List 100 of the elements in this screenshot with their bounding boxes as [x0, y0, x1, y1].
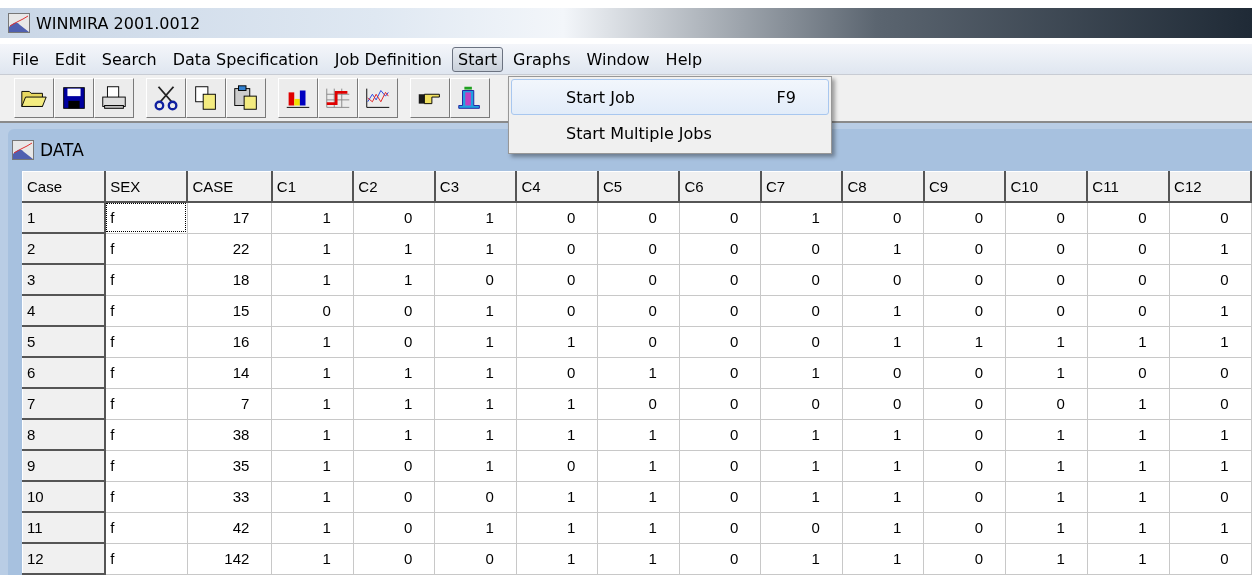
table-cell[interactable]: 1: [271, 481, 354, 512]
table-cell[interactable]: 1: [353, 357, 435, 388]
menu-item[interactable]: File: [6, 46, 45, 72]
table-cell[interactable]: f: [105, 388, 188, 419]
table-cell[interactable]: 0: [679, 419, 761, 450]
table-cell[interactable]: 1: [1087, 419, 1170, 450]
table-cell[interactable]: 0: [679, 512, 761, 543]
table-cell[interactable]: 1: [271, 264, 354, 295]
table-cell[interactable]: 1: [760, 202, 843, 233]
table-cell[interactable]: 0: [434, 264, 517, 295]
table-cell[interactable]: 0: [597, 202, 680, 233]
table-cell[interactable]: 0: [1087, 357, 1170, 388]
table-cell[interactable]: 1: [1087, 388, 1170, 419]
table-cell[interactable]: 1: [597, 543, 680, 574]
table-cell[interactable]: 0: [516, 295, 598, 326]
table-cell[interactable]: 0: [353, 326, 435, 357]
table-cell[interactable]: 0: [923, 512, 1006, 543]
table-cell[interactable]: 0: [597, 326, 680, 357]
table-cell[interactable]: 0: [679, 264, 761, 295]
table-cell[interactable]: 1: [842, 419, 924, 450]
table-cell[interactable]: 7: [187, 388, 272, 419]
table-cell[interactable]: 0: [1005, 264, 1088, 295]
table-cell[interactable]: 142: [187, 543, 272, 574]
table-cell[interactable]: 15: [187, 295, 272, 326]
table-cell[interactable]: 0: [679, 326, 761, 357]
column-header[interactable]: SEX: [105, 171, 188, 202]
row-header[interactable]: 8: [22, 419, 106, 450]
table-cell[interactable]: 0: [1087, 202, 1170, 233]
table-cell[interactable]: 0: [1169, 202, 1251, 233]
table-cell[interactable]: 1: [1005, 450, 1088, 481]
table-cell[interactable]: 1: [1005, 481, 1088, 512]
table-cell[interactable]: 1: [516, 326, 598, 357]
table-cell[interactable]: 1: [760, 481, 843, 512]
row-header[interactable]: 1: [22, 202, 106, 233]
toolbar-button[interactable]: [358, 78, 398, 118]
row-header[interactable]: 9: [22, 450, 106, 481]
table-cell[interactable]: 1: [271, 326, 354, 357]
menu-item[interactable]: Graphs: [507, 46, 577, 72]
table-cell[interactable]: 0: [516, 450, 598, 481]
table-cell[interactable]: 1: [353, 233, 435, 264]
table-cell[interactable]: 1: [271, 419, 354, 450]
table-cell[interactable]: 1: [1169, 233, 1251, 264]
table-cell[interactable]: 0: [597, 264, 680, 295]
table-cell[interactable]: 0: [679, 450, 761, 481]
table-cell[interactable]: 0: [1169, 388, 1251, 419]
row-header[interactable]: 4: [22, 295, 106, 326]
column-header[interactable]: C1: [271, 171, 354, 202]
table-cell[interactable]: 0: [760, 388, 843, 419]
table-cell[interactable]: 1: [597, 419, 680, 450]
table-cell[interactable]: 1: [760, 543, 843, 574]
table-cell[interactable]: 1: [1169, 295, 1251, 326]
row-header[interactable]: 2: [22, 233, 106, 264]
table-cell[interactable]: f: [105, 295, 188, 326]
toolbar-button[interactable]: [278, 78, 318, 118]
column-header[interactable]: Case: [22, 171, 106, 202]
table-cell[interactable]: 1: [1005, 543, 1088, 574]
table-cell[interactable]: f: [105, 326, 188, 357]
table-cell[interactable]: 0: [760, 264, 843, 295]
table-cell[interactable]: 1: [516, 543, 598, 574]
table-cell[interactable]: 1: [842, 512, 924, 543]
table-cell[interactable]: 1: [271, 233, 354, 264]
table-cell[interactable]: 1: [1087, 512, 1170, 543]
table-cell[interactable]: 1: [1087, 450, 1170, 481]
table-cell[interactable]: 1: [271, 357, 354, 388]
menu-item[interactable]: Start: [452, 46, 504, 72]
column-header[interactable]: C12: [1169, 171, 1251, 202]
menu-item[interactable]: Data Specification: [166, 46, 325, 72]
table-cell[interactable]: 1: [1087, 543, 1170, 574]
table-cell[interactable]: 0: [597, 295, 680, 326]
table-cell[interactable]: 0: [679, 543, 761, 574]
table-cell[interactable]: 0: [1005, 388, 1088, 419]
table-cell[interactable]: 0: [1005, 233, 1088, 264]
table-cell[interactable]: 22: [187, 233, 272, 264]
table-cell[interactable]: 33: [187, 481, 272, 512]
table-cell[interactable]: 0: [1169, 481, 1251, 512]
table-cell[interactable]: 1: [434, 450, 517, 481]
menu-item[interactable]: Help: [659, 46, 709, 72]
table-cell[interactable]: 1: [842, 233, 924, 264]
table-cell[interactable]: 0: [923, 233, 1006, 264]
table-cell[interactable]: f: [105, 202, 188, 233]
table-cell[interactable]: 1: [434, 233, 517, 264]
table-cell[interactable]: 42: [187, 512, 272, 543]
table-cell[interactable]: 0: [923, 264, 1006, 295]
table-cell[interactable]: 0: [271, 295, 354, 326]
table-cell[interactable]: 0: [1169, 264, 1251, 295]
toolbar-button[interactable]: [14, 78, 54, 118]
table-cell[interactable]: 1: [842, 326, 924, 357]
column-header[interactable]: C5: [597, 171, 680, 202]
table-cell[interactable]: 1: [271, 543, 354, 574]
table-cell[interactable]: 35: [187, 450, 272, 481]
table-cell[interactable]: 1: [597, 481, 680, 512]
table-cell[interactable]: 0: [923, 481, 1006, 512]
table-cell[interactable]: 0: [842, 357, 924, 388]
table-cell[interactable]: 0: [923, 388, 1006, 419]
table-cell[interactable]: 0: [760, 326, 843, 357]
column-header[interactable]: C4: [516, 171, 598, 202]
table-cell[interactable]: 1: [434, 326, 517, 357]
table-cell[interactable]: f: [105, 481, 188, 512]
table-cell[interactable]: 0: [434, 481, 517, 512]
table-cell[interactable]: 1: [1169, 450, 1251, 481]
